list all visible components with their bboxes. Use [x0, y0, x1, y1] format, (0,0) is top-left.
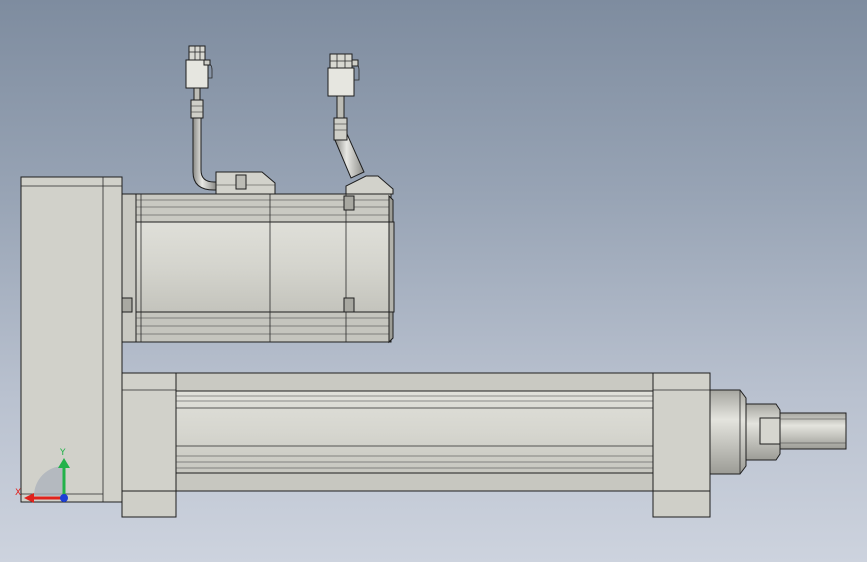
x-axis-label: X [15, 488, 21, 498]
end-block-housing[interactable] [20, 176, 137, 503]
front-flange[interactable] [652, 372, 711, 518]
z-axis-dot [60, 494, 68, 502]
cad-drawing: Y X [15, 45, 847, 518]
servo-motor[interactable] [135, 193, 395, 344]
y-axis-label: Y [59, 448, 66, 458]
connector-right[interactable] [327, 53, 360, 97]
motor-terminal-box [215, 171, 394, 195]
motor-cable-left[interactable] [190, 87, 217, 191]
cad-viewport[interactable]: Y X [0, 0, 867, 562]
actuator-tube[interactable] [175, 372, 654, 492]
connector-left[interactable] [185, 45, 213, 89]
rod-bearing[interactable] [709, 389, 781, 475]
rear-flange[interactable] [121, 372, 177, 518]
piston-rod[interactable] [779, 412, 847, 450]
motor-cable-right[interactable] [333, 95, 365, 179]
